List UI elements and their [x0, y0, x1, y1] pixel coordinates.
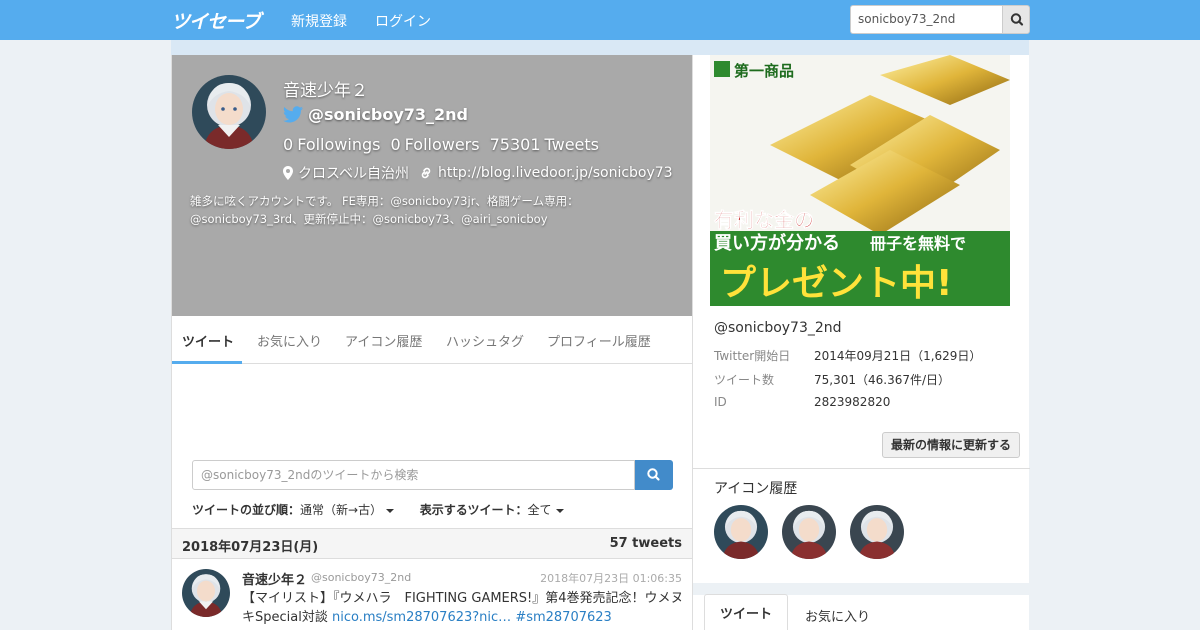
sidebar-tab-tweets[interactable]: ツイート [704, 594, 788, 630]
tweet-link[interactable]: nico.ms/sm28707623?nic… [332, 610, 511, 625]
profile-header: 音速少年２ @sonicboy73_2nd 0 Followings 0 Follow… [172, 55, 693, 316]
sort-order-label: ツイートの並び順： [192, 503, 301, 517]
sidebar-handle: @sonicboy73_2nd [714, 320, 842, 336]
register-link[interactable]: 新規登録 [291, 11, 347, 31]
ad-line-1: 有利な金の [714, 208, 814, 232]
day-tweet-count: 57 tweets [609, 536, 682, 551]
main-column: 音速少年２ @sonicboy73_2nd 0 Followings 0 Follow… [171, 55, 693, 630]
icon-history-title: アイコン履歴 [714, 481, 798, 497]
tweet-hashtag[interactable]: #sm28707623 [515, 610, 612, 625]
tab-profile-history[interactable]: プロフィール履歴 [547, 331, 651, 350]
sidebar-divider [693, 468, 1030, 469]
followings-label: Followings [297, 135, 381, 154]
tweet-item: 音速少年２ @sonicboy73_2nd 2018年07月23日 01:06:… [172, 559, 693, 630]
ad-line-4: プレゼント中! [720, 263, 952, 304]
followers-label: Followers [404, 135, 480, 154]
show-filter-dropdown[interactable]: 表示するツイート：全て [420, 503, 564, 517]
icon-history-item[interactable] [714, 505, 768, 559]
top-navbar: ツイセーブ 新規登録 ログイン sonicboy73_2nd [0, 0, 1200, 40]
ad-line-3: 冊子を無料で [870, 234, 966, 253]
tab-tweets[interactable]: ツイート [182, 331, 234, 350]
profile-handle-row: @sonicboy73_2nd [283, 105, 468, 124]
show-filter-label: 表示するツイート： [419, 503, 528, 517]
location-pin-icon [283, 166, 293, 180]
login-link[interactable]: ログイン [375, 11, 431, 31]
day-header: 2018年07月23日(月) 57 tweets [172, 528, 693, 559]
tweet-author-handle[interactable]: @sonicboy73_2nd [311, 571, 411, 584]
tweet-avatar[interactable] [182, 569, 230, 617]
tweets-count: 75301 [489, 135, 541, 154]
day-date: 2018年07月23日(月) [182, 540, 319, 555]
caret-down-icon [555, 508, 564, 513]
tweet-author-name[interactable]: 音速少年２ [242, 569, 307, 588]
site-search-input[interactable]: sonicboy73_2nd [850, 5, 1002, 34]
search-icon [1010, 13, 1024, 26]
profile-avatar [192, 75, 266, 149]
profile-tabs: ツイート お気に入り アイコン履歴 ハッシュタグ プロフィール履歴 [172, 316, 693, 364]
ad-line-2: 買い方が分かる [714, 232, 840, 254]
tweet-timestamp[interactable]: 2018年07月23日 01:06:35 [540, 570, 682, 586]
active-tab-indicator [172, 361, 242, 364]
info-start-date: Twitter開始日 2014年09月21日（1,629日） [714, 349, 982, 363]
profile-url[interactable]: http://blog.livedoor.jp/sonicboy73 [438, 165, 673, 181]
update-info-button[interactable]: 最新の情報に更新する [882, 432, 1020, 458]
tweets-label: Tweets [544, 135, 600, 154]
profile-bio: 雑多に呟くアカウントです。 FE専用：@sonicboy73jr、格闘ゲーム専用… [190, 194, 579, 226]
twitter-bird-icon [283, 106, 303, 123]
sidebar: 第一商品 有利な金の 買い方が分かる 冊子を無料で プレゼント中! @sonic… [692, 55, 1030, 630]
sort-order-value: 通常（新→古） [300, 503, 383, 517]
sub-bar [171, 40, 1029, 55]
followers-count: 0 [390, 135, 401, 154]
caret-down-icon [386, 508, 395, 513]
tab-favorites[interactable]: お気に入り [257, 331, 322, 350]
ad-brand: 第一商品 [734, 62, 794, 80]
advertisement-banner[interactable]: 第一商品 有利な金の 買い方が分かる 冊子を無料で プレゼント中! [710, 55, 1010, 306]
profile-stats: 0 Followings 0 Followers 75301 Tweets [283, 135, 603, 154]
link-icon [421, 167, 431, 179]
site-search-button[interactable] [1002, 5, 1030, 34]
sidebar-tab-favorites[interactable]: お気に入り [805, 606, 870, 625]
profile-name: 音速少年２ [283, 81, 368, 101]
icon-history-item[interactable] [782, 505, 836, 559]
followings-count: 0 [283, 135, 294, 154]
profile-meta: クロスベル自治州 http://blog.livedoor.jp/sonicbo… [283, 163, 673, 183]
tweet-search-button[interactable] [635, 460, 673, 490]
profile-location: クロスベル自治州 [298, 166, 410, 182]
icon-history-item[interactable] [850, 505, 904, 559]
info-tweet-count: ツイート数 75,301（46.367件/日） [714, 373, 951, 387]
tab-icon-history[interactable]: アイコン履歴 [345, 331, 422, 350]
sort-order-dropdown[interactable]: ツイートの並び順：通常（新→古） [192, 503, 395, 517]
sort-controls: ツイートの並び順：通常（新→古） 表示するツイート：全て [192, 501, 564, 518]
tweet-search-input[interactable]: @sonicboy73_2ndのツイートから検索 [192, 460, 635, 490]
tab-hashtags[interactable]: ハッシュタグ [446, 331, 524, 350]
tweet-text: 【マイリスト】『ウメハラ FIGHTING GAMERS!』第4巻発売記念！ウメ… [242, 589, 687, 627]
show-filter-value: 全て [527, 503, 552, 517]
profile-handle: @sonicboy73_2nd [308, 105, 468, 124]
info-user-id: ID 2823982820 [714, 395, 891, 409]
search-icon [647, 468, 660, 481]
site-logo[interactable]: ツイセーブ [171, 7, 261, 34]
